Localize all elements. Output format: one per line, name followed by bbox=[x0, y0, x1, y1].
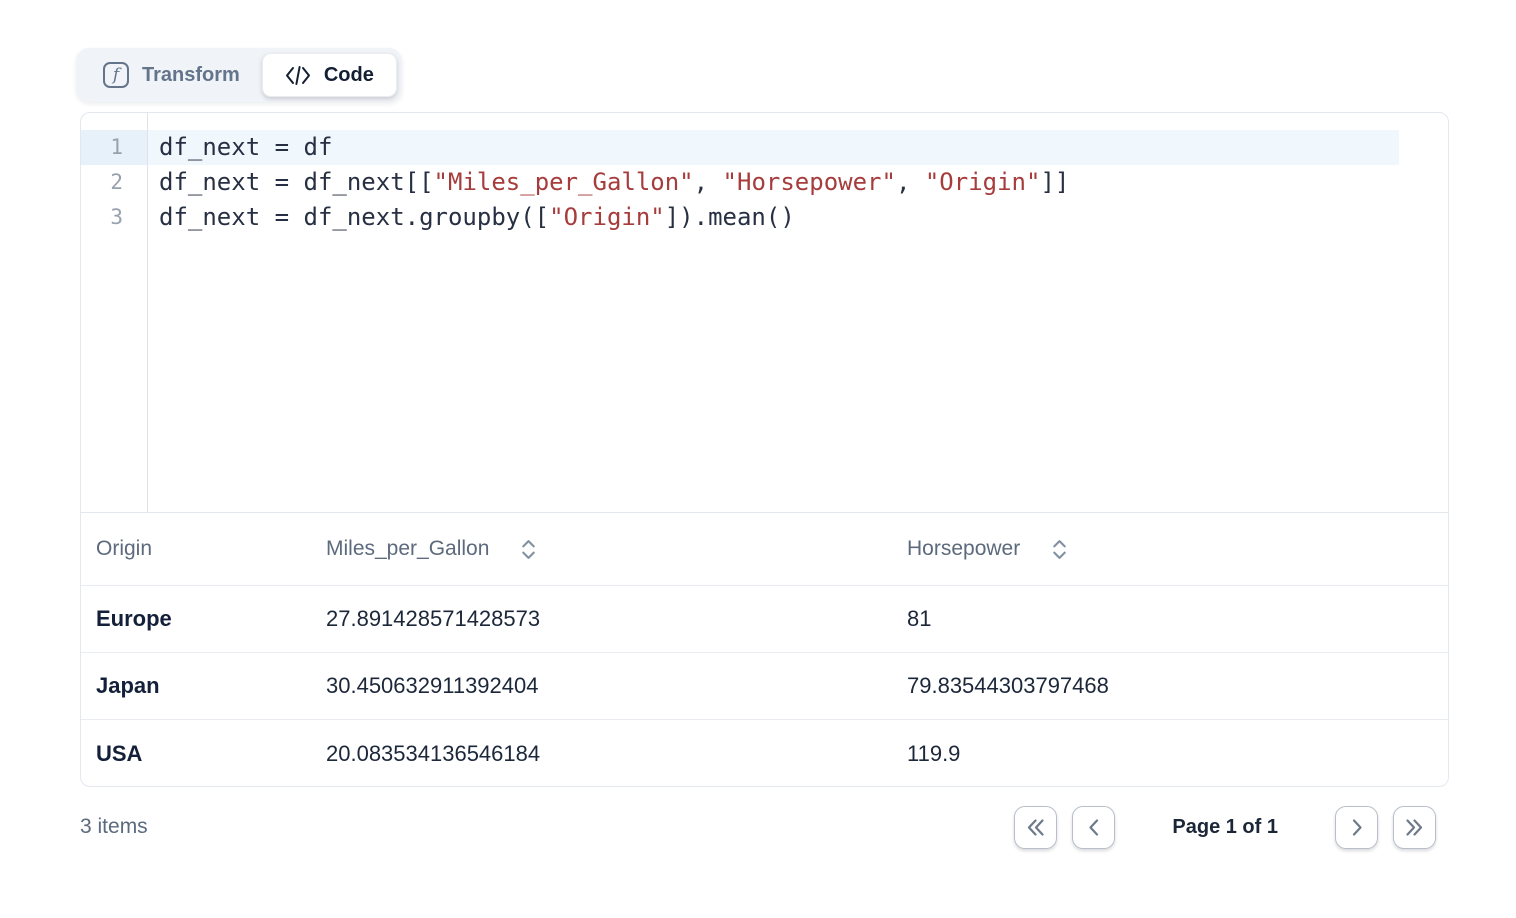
origin-cell: USA bbox=[81, 741, 311, 767]
chevron-left-icon bbox=[1088, 819, 1100, 836]
horsepower-cell: 81 bbox=[892, 606, 1448, 632]
miles-per-gallon-cell: 27.891428571428573 bbox=[311, 606, 892, 632]
code-token: ]] bbox=[1040, 168, 1069, 196]
column-header-horsepower: Horsepower bbox=[892, 537, 1448, 562]
table-row: Japan 30.450632911392404 79.835443037974… bbox=[81, 653, 1448, 720]
next-page-button[interactable] bbox=[1335, 806, 1378, 849]
table-header-row: Origin Miles_per_Gallon Horsepower bbox=[81, 513, 1448, 586]
code-icon bbox=[285, 65, 311, 86]
code-line: 2 df_next = df_next[["Miles_per_Gallon",… bbox=[81, 165, 1399, 200]
code-line: 1 df_next = df bbox=[81, 130, 1399, 165]
sort-button[interactable] bbox=[519, 537, 538, 562]
column-header-miles-per-gallon: Miles_per_Gallon bbox=[311, 537, 892, 562]
line-number: 2 bbox=[81, 165, 147, 200]
sort-icon bbox=[1052, 539, 1067, 560]
pagination: Page 1 of 1 bbox=[1014, 806, 1436, 849]
code-token: , bbox=[694, 168, 723, 196]
code-token: ]).mean() bbox=[665, 203, 795, 231]
string-token: "Origin" bbox=[549, 203, 665, 231]
line-number: 3 bbox=[81, 200, 147, 235]
code-token: df_next = df_next.groupby([ bbox=[159, 203, 549, 231]
table-row: USA 20.083534136546184 119.9 bbox=[81, 720, 1448, 787]
tab-code-label: Code bbox=[324, 64, 374, 87]
miles-per-gallon-cell: 30.450632911392404 bbox=[311, 673, 892, 699]
code-token: , bbox=[896, 168, 925, 196]
string-token: "Horsepower" bbox=[723, 168, 896, 196]
column-header-label: Miles_per_Gallon bbox=[326, 537, 489, 561]
column-header-origin: Origin bbox=[81, 537, 311, 561]
double-chevron-left-icon bbox=[1026, 819, 1045, 836]
first-page-button[interactable] bbox=[1014, 806, 1057, 849]
sort-button[interactable] bbox=[1050, 537, 1069, 562]
function-icon: f bbox=[103, 62, 129, 88]
double-chevron-right-icon bbox=[1405, 819, 1424, 836]
code-line: 3 df_next = df_next.groupby(["Origin"]).… bbox=[81, 200, 1399, 235]
table-footer: 3 items Page 1 of 1 bbox=[80, 799, 1436, 855]
code-text: df_next = df_next.groupby(["Origin"]).me… bbox=[147, 200, 795, 235]
code-text: df_next = df bbox=[147, 130, 332, 165]
table-row: Europe 27.891428571428573 81 bbox=[81, 586, 1448, 653]
previous-page-button[interactable] bbox=[1072, 806, 1115, 849]
column-header-label: Horsepower bbox=[907, 537, 1020, 561]
tab-transform-label: Transform bbox=[142, 64, 240, 87]
column-header-label: Origin bbox=[96, 537, 152, 561]
line-number: 1 bbox=[81, 130, 147, 165]
code-token: df_next = df_next[[ bbox=[159, 168, 434, 196]
last-page-button[interactable] bbox=[1393, 806, 1436, 849]
gutter-divider bbox=[147, 113, 148, 512]
code-editor[interactable]: 1 df_next = df 2 df_next = df_next[["Mil… bbox=[81, 113, 1448, 513]
tab-transform[interactable]: f Transform bbox=[81, 53, 262, 97]
horsepower-cell: 119.9 bbox=[892, 741, 1448, 767]
code-text: df_next = df_next[["Miles_per_Gallon", "… bbox=[147, 165, 1069, 200]
string-token: "Miles_per_Gallon" bbox=[434, 168, 694, 196]
origin-cell: Europe bbox=[81, 606, 311, 632]
code-token: df_next = df bbox=[159, 133, 332, 161]
page-indicator: Page 1 of 1 bbox=[1172, 816, 1278, 839]
miles-per-gallon-cell: 20.083534136546184 bbox=[311, 741, 892, 767]
tab-code[interactable]: Code bbox=[262, 53, 397, 97]
app-window: f Transform Code 1 df_next = df 2 df_nex… bbox=[0, 0, 1516, 918]
chevron-right-icon bbox=[1351, 819, 1363, 836]
sort-icon bbox=[521, 539, 536, 560]
view-switcher: f Transform Code bbox=[76, 48, 402, 102]
origin-cell: Japan bbox=[81, 673, 311, 699]
items-count: 3 items bbox=[80, 815, 148, 839]
code-and-results-panel: 1 df_next = df 2 df_next = df_next[["Mil… bbox=[80, 112, 1449, 787]
string-token: "Origin" bbox=[925, 168, 1041, 196]
horsepower-cell: 79.83544303797468 bbox=[892, 673, 1448, 699]
